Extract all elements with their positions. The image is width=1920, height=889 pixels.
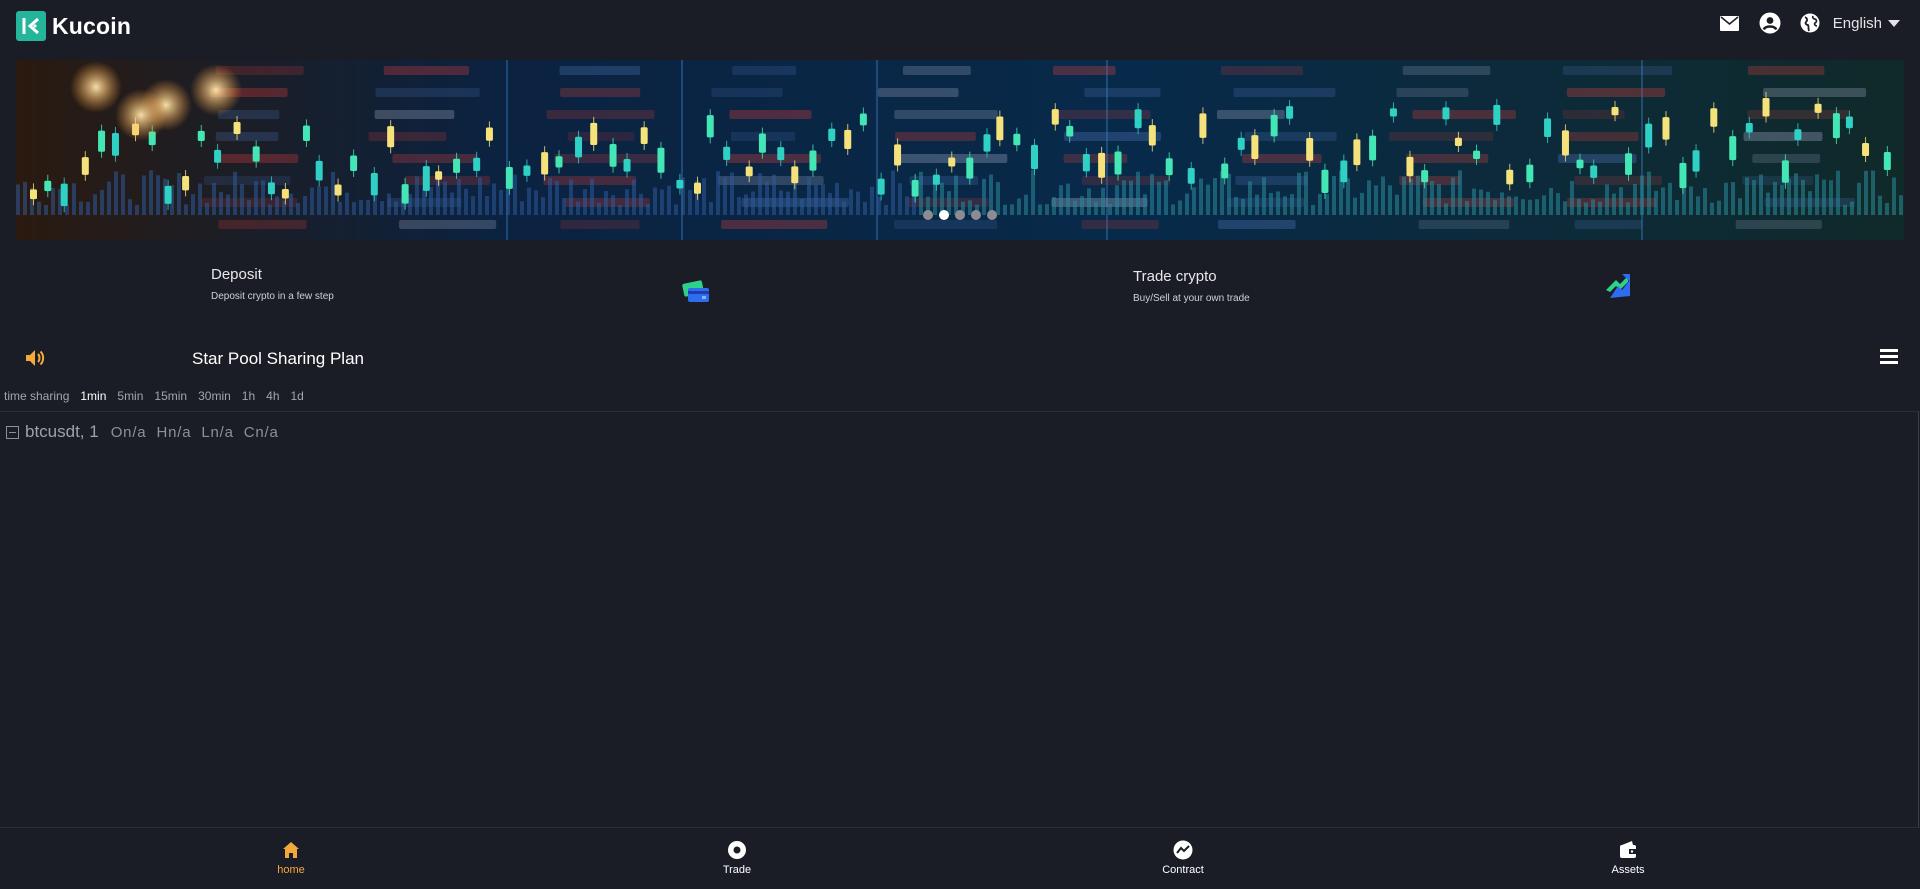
nav-contract-label: Contract xyxy=(1162,864,1204,876)
nav-trade-label: Trade xyxy=(722,864,752,876)
nav-trade[interactable]: Trade xyxy=(677,840,797,876)
nav-assets-label: Assets xyxy=(1611,864,1645,876)
trade-icon xyxy=(728,841,746,859)
brand-logo[interactable]: Kucoin xyxy=(16,11,131,41)
deposit-title: Deposit xyxy=(211,266,262,283)
deposit-subtitle: Deposit crypto in a few step xyxy=(211,291,334,302)
chart-symbol: btcusdt, 1 xyxy=(25,422,99,441)
trade-crypto-title: Trade crypto xyxy=(1133,268,1217,285)
interval-tab[interactable]: time sharing xyxy=(4,389,69,403)
banner-dot[interactable] xyxy=(955,210,965,220)
nav-home[interactable]: home xyxy=(231,840,351,876)
speaker-icon xyxy=(24,348,46,368)
notice-bar: Star Pool Sharing Plan xyxy=(0,340,1920,376)
language-selector[interactable]: English xyxy=(1833,15,1900,32)
kucoin-logo-icon xyxy=(16,11,46,41)
top-header: Kucoin English xyxy=(0,0,1920,48)
banner-dot[interactable] xyxy=(923,210,933,220)
low-value: Ln/a xyxy=(201,423,234,441)
hamburger-menu-icon[interactable] xyxy=(1880,349,1898,365)
card-icon[interactable] xyxy=(682,278,710,306)
banner-pagination xyxy=(16,210,1904,220)
exchange-icon[interactable] xyxy=(1604,272,1632,300)
open-value: On/a xyxy=(110,423,147,441)
caret-down-icon xyxy=(1888,19,1900,27)
trade-crypto-action[interactable]: Trade crypto Buy/Sell at your own trade xyxy=(1133,268,1250,304)
collapse-toggle-icon[interactable] xyxy=(6,425,19,439)
chart-legend: btcusdt, 1 On/a Hn/a Ln/a Cn/a xyxy=(6,422,289,442)
nav-assets[interactable]: Assets xyxy=(1568,840,1688,876)
user-icon[interactable] xyxy=(1759,12,1781,34)
bottom-navigation: home Trade Contract Assets xyxy=(0,827,1920,889)
notice-text[interactable]: Star Pool Sharing Plan xyxy=(192,349,364,369)
brand-name: Kucoin xyxy=(52,12,132,39)
header-actions: English xyxy=(1701,12,1900,34)
close-value: Cn/a xyxy=(243,423,279,441)
promo-banner[interactable] xyxy=(16,60,1904,240)
banner-dot[interactable] xyxy=(939,210,949,220)
language-label: English xyxy=(1832,14,1882,32)
nav-contract[interactable]: Contract xyxy=(1123,840,1243,876)
deposit-action[interactable]: Deposit Deposit crypto in a few step xyxy=(211,266,334,302)
interval-tab[interactable]: 4h xyxy=(266,389,279,403)
interval-tabs: time sharing 1min 5min 15min 30min 1h 4h 1d xyxy=(4,389,315,403)
mail-icon[interactable] xyxy=(1719,12,1741,34)
banner-dot[interactable] xyxy=(971,210,981,220)
banner-dot[interactable] xyxy=(987,210,997,220)
interval-tab[interactable]: 15min xyxy=(154,389,187,403)
trade-crypto-subtitle: Buy/Sell at your own trade xyxy=(1133,293,1250,304)
home-icon xyxy=(283,842,299,858)
kline-chart[interactable]: btcusdt, 1 On/a Hn/a Ln/a Cn/a xyxy=(0,411,1919,828)
high-value: Hn/a xyxy=(156,423,192,441)
globe-icon[interactable] xyxy=(1799,12,1821,34)
interval-tab[interactable]: 1h xyxy=(242,389,255,403)
nav-home-label: home xyxy=(277,864,305,876)
interval-tab[interactable]: 1d xyxy=(291,389,304,403)
interval-tab[interactable]: 5min xyxy=(117,389,143,403)
interval-tab[interactable]: 1min xyxy=(80,389,106,403)
wallet-icon xyxy=(1620,841,1636,858)
contract-icon xyxy=(1173,840,1193,860)
interval-tab[interactable]: 30min xyxy=(198,389,231,403)
